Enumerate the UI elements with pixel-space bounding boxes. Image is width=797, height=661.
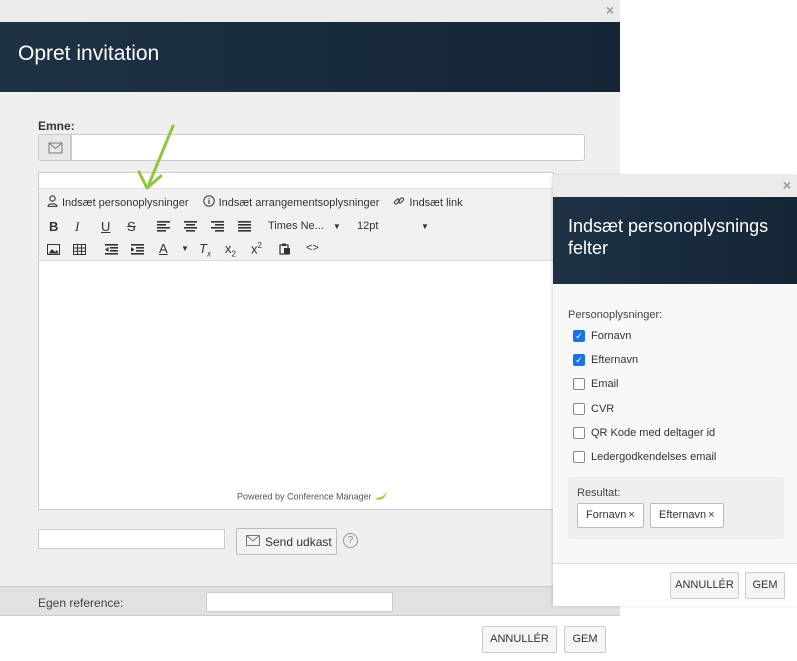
field-checkbox-row[interactable]: Ledergodkendelses email bbox=[573, 451, 716, 463]
checkbox[interactable] bbox=[573, 378, 585, 390]
send-draft-button[interactable]: Send udkast bbox=[236, 528, 337, 555]
chevron-down-icon: ▼ bbox=[332, 222, 341, 231]
italic-icon[interactable]: I bbox=[75, 219, 79, 235]
reference-bar: Egen reference: bbox=[0, 586, 620, 616]
insert-link-button[interactable]: Indsæt link bbox=[393, 195, 463, 210]
close-icon[interactable]: × bbox=[606, 2, 614, 18]
image-icon[interactable] bbox=[47, 243, 60, 258]
align-justify-icon[interactable] bbox=[238, 220, 251, 235]
send-draft-email-input[interactable] bbox=[38, 529, 225, 549]
reference-label: Egen reference: bbox=[38, 596, 124, 610]
chevron-down-icon[interactable]: ▼ bbox=[181, 244, 189, 253]
field-label: Fornavn bbox=[591, 330, 632, 342]
create-invitation-dialog: × Opret invitation Emne: Indsæt personop… bbox=[0, 0, 620, 661]
panel-cancel-button[interactable]: ANNULLÉR bbox=[670, 572, 739, 599]
envelope-icon bbox=[38, 134, 71, 161]
powered-by-text: Powered by Conference Manager bbox=[237, 491, 372, 502]
font-size-select[interactable]: 12pt ▼ bbox=[357, 220, 429, 232]
outdent-icon[interactable] bbox=[105, 243, 118, 258]
table-icon[interactable] bbox=[73, 243, 86, 258]
dialog-body: Emne: Indsæt personoplysninger Indsæt ar… bbox=[0, 92, 620, 586]
subscript-icon[interactable]: x2 bbox=[225, 241, 236, 259]
close-icon[interactable]: × bbox=[783, 177, 791, 193]
strikethrough-icon[interactable]: S bbox=[127, 219, 136, 234]
panel-save-button[interactable]: GEM bbox=[745, 572, 785, 599]
checkbox[interactable] bbox=[573, 403, 585, 415]
person-fields-label: Personoplysninger: bbox=[568, 309, 663, 321]
editor-content-area[interactable] bbox=[39, 262, 553, 482]
remove-chip-icon[interactable]: × bbox=[708, 509, 714, 521]
insert-event-label: Indsæt arrangementsoplysninger bbox=[218, 196, 380, 209]
font-family-select[interactable]: Times Ne... ▼ bbox=[268, 220, 341, 232]
field-label: CVR bbox=[591, 403, 615, 415]
checkbox[interactable] bbox=[573, 451, 585, 463]
result-chip: Fornavn × bbox=[577, 503, 644, 528]
person-icon bbox=[47, 195, 58, 210]
underline-icon[interactable]: U bbox=[101, 219, 110, 234]
insert-person-label: Indsæt personoplysninger bbox=[62, 196, 189, 209]
chevron-down-icon: ▼ bbox=[421, 222, 429, 231]
powered-by: Powered by Conference Manager bbox=[237, 491, 388, 503]
remove-chip-icon[interactable]: × bbox=[628, 509, 634, 521]
insert-person-button[interactable]: Indsæt personoplysninger bbox=[47, 195, 189, 210]
result-label: Resultat: bbox=[577, 487, 621, 499]
panel-titlebar: × bbox=[553, 175, 797, 197]
field-label: Ledergodkendelses email bbox=[591, 451, 717, 463]
chip-label: Fornavn bbox=[586, 509, 627, 521]
bold-icon[interactable]: B bbox=[49, 219, 58, 234]
rich-text-editor: Indsæt personoplysninger Indsæt arrangem… bbox=[38, 172, 554, 510]
result-box: Resultat: Fornavn × Efternavn × bbox=[568, 477, 784, 539]
panel-title: Indsæt personoplysnings felter bbox=[568, 216, 769, 258]
field-checkbox-row[interactable]: CVR bbox=[573, 403, 614, 415]
dialog-title: Opret invitation bbox=[18, 42, 160, 65]
help-icon[interactable]: ? bbox=[343, 533, 358, 548]
indent-icon[interactable] bbox=[131, 243, 144, 258]
cancel-button[interactable]: ANNULLÉR bbox=[482, 626, 557, 653]
font-size-value: 12pt bbox=[357, 220, 379, 232]
field-label: Email bbox=[591, 378, 619, 390]
field-checkbox-row[interactable]: Email bbox=[573, 378, 619, 390]
font-family-value: Times Ne... bbox=[268, 220, 324, 232]
field-label: QR Kode med deltager id bbox=[591, 427, 716, 439]
insert-event-button[interactable]: Indsæt arrangementsoplysninger bbox=[202, 195, 380, 210]
brand-logo-icon bbox=[374, 491, 388, 503]
field-checkbox-row[interactable]: QR Kode med deltager id bbox=[573, 427, 715, 439]
panel-header: Indsæt personoplysnings felter bbox=[553, 197, 797, 284]
result-chip: Efternavn × bbox=[650, 503, 724, 528]
editor-toolbar: Indsæt personoplysninger Indsæt arrangem… bbox=[39, 189, 553, 261]
insert-link-label: Indsæt link bbox=[409, 196, 463, 209]
paste-icon[interactable] bbox=[279, 243, 291, 258]
info-icon bbox=[202, 195, 215, 210]
field-label: Efternavn bbox=[591, 354, 639, 366]
clear-format-icon[interactable]: Tx bbox=[199, 241, 211, 259]
chip-label: Efternavn bbox=[659, 509, 707, 521]
field-checkbox-row[interactable]: ✓ Efternavn bbox=[573, 354, 638, 366]
checkbox-checked[interactable]: ✓ bbox=[573, 354, 585, 366]
align-left-icon[interactable] bbox=[157, 220, 170, 235]
send-draft-label: Send udkast bbox=[265, 534, 332, 549]
superscript-icon[interactable]: x2 bbox=[251, 241, 262, 256]
align-right-icon[interactable] bbox=[211, 220, 224, 235]
dialog-titlebar: × bbox=[0, 0, 620, 22]
align-center-icon[interactable] bbox=[184, 220, 197, 235]
save-button[interactable]: GEM bbox=[564, 626, 606, 653]
checkbox-checked[interactable]: ✓ bbox=[573, 330, 585, 342]
text-color-icon[interactable]: A bbox=[159, 241, 168, 256]
checkbox[interactable] bbox=[573, 427, 585, 439]
panel-footer: ANNULLÉR GEM bbox=[553, 563, 797, 606]
source-code-icon[interactable]: <> bbox=[306, 242, 319, 254]
editor-menubar bbox=[39, 173, 553, 189]
link-icon bbox=[393, 195, 405, 210]
insert-person-fields-panel: × Indsæt personoplysnings felter Persono… bbox=[553, 175, 797, 606]
subject-label: Emne: bbox=[38, 119, 75, 133]
envelope-icon bbox=[246, 534, 260, 549]
reference-input[interactable] bbox=[206, 592, 393, 612]
field-checkbox-row[interactable]: ✓ Fornavn bbox=[573, 330, 631, 342]
arrow-annotation-icon bbox=[137, 124, 175, 190]
dialog-header: Opret invitation bbox=[0, 22, 620, 92]
